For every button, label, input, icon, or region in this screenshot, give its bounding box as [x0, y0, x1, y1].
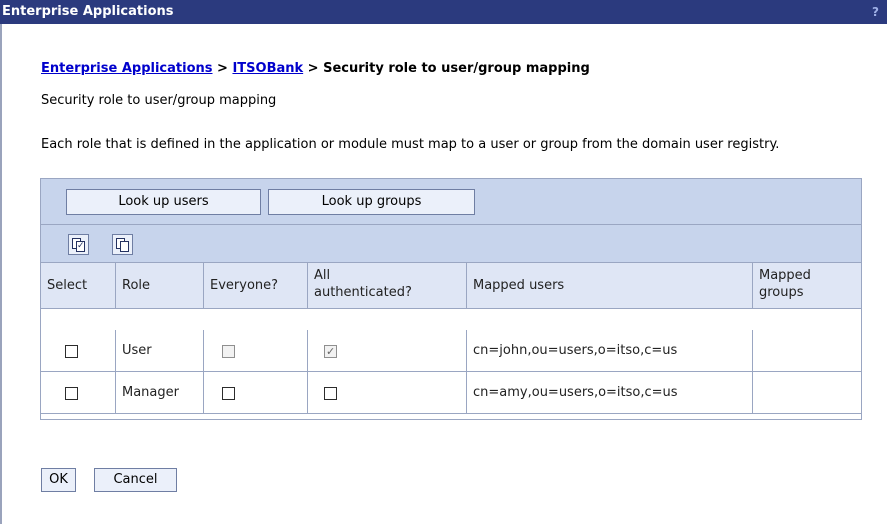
column-header-mapped-groups: Mapped groups — [753, 263, 861, 309]
breadcrumb-separator: > — [303, 61, 324, 76]
breadcrumb-link-itsobank[interactable]: ITSOBank — [232, 61, 303, 76]
role-cell: Manager — [116, 372, 204, 414]
page-subtitle: Security role to user/group mapping — [41, 93, 277, 108]
breadcrumb-link-enterprise-applications[interactable]: Enterprise Applications — [41, 61, 213, 76]
left-border — [0, 24, 2, 524]
column-header-select: Select — [41, 263, 116, 309]
cancel-button[interactable]: Cancel — [94, 468, 177, 492]
all-authenticated-checkbox: ✓ — [324, 345, 337, 358]
mapped-groups-cell — [753, 372, 861, 414]
column-header-everyone: Everyone? — [204, 263, 308, 309]
breadcrumb: Enterprise Applications > ITSOBank > Sec… — [41, 61, 590, 76]
window-title: Enterprise Applications — [2, 4, 174, 19]
row-select-checkbox[interactable] — [65, 345, 78, 358]
role-cell: User — [116, 330, 204, 372]
all-authenticated-cell: ✓ — [308, 330, 467, 372]
column-header-mapped-users: Mapped users — [467, 263, 753, 309]
look-up-users-button[interactable]: Look up users — [66, 189, 261, 215]
table-row — [41, 330, 116, 372]
breadcrumb-current: Security role to user/group mapping — [323, 61, 590, 76]
mapped-users-cell: cn=amy,ou=users,o=itso,c=us — [467, 372, 753, 414]
mapped-groups-cell — [753, 330, 861, 372]
all-authenticated-checkbox[interactable] — [324, 387, 337, 400]
help-icon[interactable]: ? — [872, 0, 879, 24]
mapped-users-cell: cn=john,ou=users,o=itso,c=us — [467, 330, 753, 372]
selection-toolbar: ✓ — [41, 225, 861, 263]
deselect-all-icon[interactable] — [112, 234, 133, 255]
look-up-groups-button[interactable]: Look up groups — [268, 189, 475, 215]
table-row — [41, 372, 116, 414]
page-description: Each role that is defined in the applica… — [41, 137, 780, 152]
row-select-checkbox[interactable] — [65, 387, 78, 400]
everyone-checkbox[interactable] — [222, 387, 235, 400]
select-all-icon[interactable]: ✓ — [68, 234, 89, 255]
all-authenticated-cell — [308, 372, 467, 414]
everyone-cell — [204, 372, 308, 414]
everyone-checkbox — [222, 345, 235, 358]
lookup-toolbar: Look up users Look up groups — [41, 179, 861, 225]
role-mapping-panel: Look up users Look up groups ✓ Select Ro… — [40, 178, 862, 420]
everyone-cell — [204, 330, 308, 372]
window-titlebar: Enterprise Applications ? — [0, 0, 887, 24]
ok-button[interactable]: OK — [41, 468, 76, 492]
column-header-role: Role — [116, 263, 204, 309]
column-header-all-authenticated: All authenticated? — [308, 263, 467, 309]
breadcrumb-separator: > — [212, 61, 233, 76]
